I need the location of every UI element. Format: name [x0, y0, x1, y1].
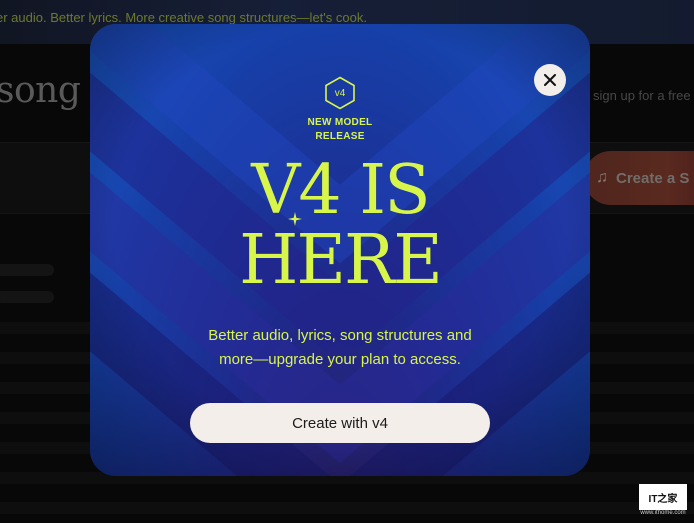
v4-release-modal: v4 NEW MODEL RELEASE V4 IS HERE Better a… — [90, 24, 590, 476]
headline-line1: V4 IS — [251, 151, 430, 230]
close-icon — [544, 74, 556, 86]
headline: V4 IS HERE — [190, 156, 490, 296]
watermark-url: www.ithome.com — [640, 510, 686, 516]
headline-line2: HERE — [239, 221, 443, 300]
page-root: er audio. Better lyrics. More creative s… — [0, 0, 694, 523]
release-label-line1: NEW MODEL — [307, 117, 373, 128]
release-label: NEW MODEL RELEASE — [240, 116, 440, 144]
close-button[interactable] — [534, 64, 566, 96]
sparkle-icon — [288, 212, 302, 226]
description-line2: more—upgrade your plan to access. — [219, 351, 461, 368]
modal-description: Better audio, lyrics, song structures an… — [190, 324, 490, 372]
release-label-line2: RELEASE — [315, 131, 365, 142]
ithome-watermark-logo: IT之家 — [639, 484, 687, 510]
create-with-v4-button[interactable]: Create with v4 — [190, 403, 490, 443]
version-badge-text: v4 — [334, 87, 346, 99]
description-line1: Better audio, lyrics, song structures an… — [208, 327, 472, 344]
